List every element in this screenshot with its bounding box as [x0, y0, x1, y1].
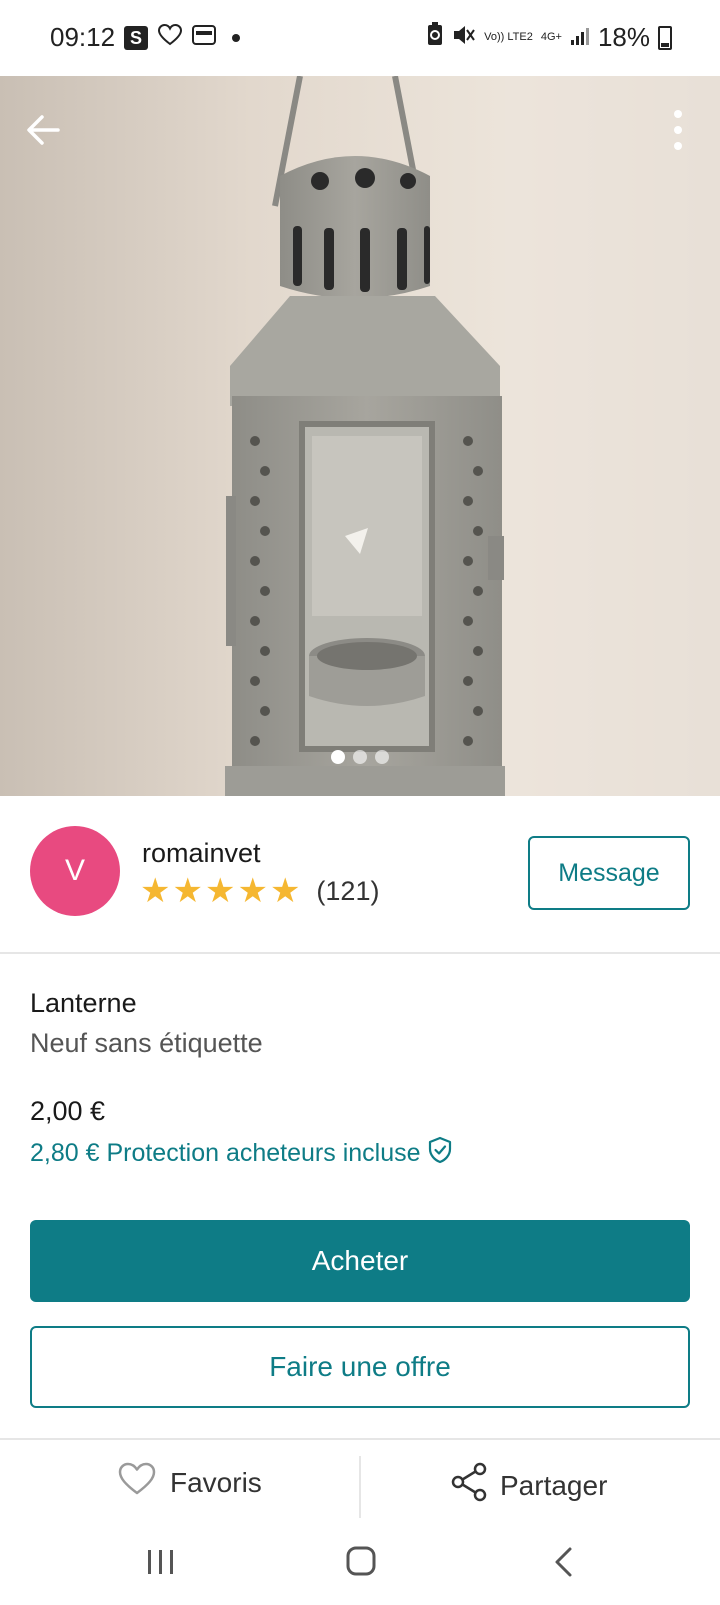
- rating-count: (121): [316, 876, 380, 906]
- pagination-dot[interactable]: [331, 750, 345, 764]
- more-vertical-icon[interactable]: [666, 106, 690, 154]
- 4g-indicator: 4G+: [540, 31, 562, 43]
- make-offer-button[interactable]: Faire une offre: [30, 1326, 690, 1408]
- item-title: Lanterne: [30, 988, 137, 1018]
- star-icon: ★: [172, 872, 203, 910]
- heart-notification-icon: [157, 23, 183, 51]
- battery-percent: 18%: [597, 22, 650, 52]
- s-app-icon: S: [124, 25, 148, 50]
- status-system-icons: Vo)) LTE2 4G+ 18%: [426, 22, 672, 53]
- card-notification-icon: [192, 24, 216, 51]
- lantern-image: [0, 76, 720, 796]
- share-label: Partager: [500, 1469, 608, 1501]
- favorite-button[interactable]: Favoris: [118, 1462, 262, 1503]
- star-icon: ★: [204, 872, 236, 910]
- mute-icon: [452, 22, 476, 53]
- favorite-label: Favoris: [170, 1466, 262, 1498]
- share-button[interactable]: Partager: [450, 1462, 607, 1509]
- message-button[interactable]: Message: [528, 836, 690, 910]
- seller-row: V romainvet ★ ★ ★ ★ ★ (121) Message: [0, 796, 720, 954]
- star-icon: ★: [269, 872, 301, 910]
- system-back-icon[interactable]: [552, 1546, 576, 1578]
- item-price: 2,00 €: [30, 1096, 106, 1126]
- status-notification-icons: S: [124, 23, 240, 51]
- signal-icon: [570, 22, 590, 53]
- battery-icon: [658, 25, 672, 50]
- star-icon: ★: [237, 872, 268, 910]
- system-navigation-bar: [0, 1528, 720, 1605]
- recent-apps-icon[interactable]: [146, 1548, 176, 1576]
- star-icon: ★: [140, 872, 171, 910]
- protection-text: 2,80 € Protection acheteurs incluse: [30, 1139, 421, 1167]
- heart-outline-icon: [118, 1462, 156, 1503]
- buyer-protection-link[interactable]: 2,80 € Protection acheteurs incluse: [30, 1136, 453, 1171]
- shield-check-icon: [427, 1136, 453, 1171]
- status-time: 09:12: [50, 22, 116, 52]
- seller-avatar[interactable]: V: [30, 826, 120, 916]
- bottom-action-bar: Favoris Partager: [0, 1438, 720, 1528]
- battery-saver-icon: [426, 22, 444, 53]
- home-icon[interactable]: [346, 1546, 376, 1576]
- seller-username[interactable]: romainvet: [142, 838, 261, 869]
- buy-button[interactable]: Acheter: [30, 1220, 690, 1302]
- item-condition: Neuf sans étiquette: [30, 1028, 263, 1058]
- volte-indicator: Vo)) LTE2: [484, 31, 533, 43]
- listing-photo[interactable]: [0, 76, 720, 796]
- seller-rating[interactable]: ★ ★ ★ ★ ★ (121): [140, 874, 379, 908]
- share-icon: [450, 1462, 488, 1509]
- photo-pagination: [0, 750, 720, 764]
- more-notifications-dot-icon: [232, 33, 240, 42]
- action-divider: [359, 1456, 361, 1518]
- status-bar: 09:12 S Vo)) LTE2 4G+ 18%: [0, 0, 720, 76]
- pagination-dot[interactable]: [353, 750, 367, 764]
- pagination-dot[interactable]: [375, 750, 389, 764]
- back-arrow-icon[interactable]: [22, 108, 66, 152]
